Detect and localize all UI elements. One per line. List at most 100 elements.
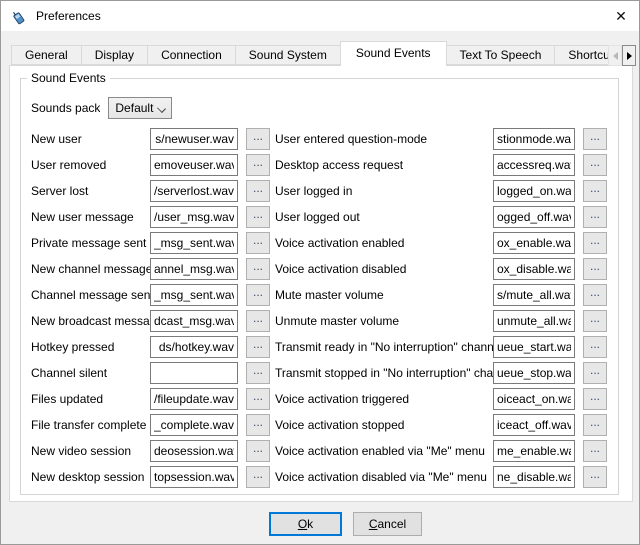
sound-file-input-new-broadcast-message[interactable] <box>150 310 238 332</box>
sound-file-input-new-user-message[interactable] <box>150 206 238 228</box>
cancel-button[interactable]: Cancel <box>353 512 422 536</box>
event-label-new-channel-message: New channel message <box>31 262 150 276</box>
browse-button[interactable]: ... <box>583 336 607 358</box>
browse-button[interactable]: ... <box>583 466 607 488</box>
browse-button[interactable]: ... <box>246 440 270 462</box>
browse-button[interactable]: ... <box>583 258 607 280</box>
sound-file-input-voice-activation-stopped[interactable] <box>493 414 575 436</box>
sound-file-input-user-logged-out[interactable] <box>493 206 575 228</box>
sound-file-input-voice-activation-enabled[interactable] <box>493 232 575 254</box>
browse-button[interactable]: ... <box>583 180 607 202</box>
sound-file-input-channel-silent[interactable] <box>150 362 238 384</box>
sounds-pack-row: Sounds pack Default <box>31 97 172 119</box>
sound-file-input-mute-master-volume[interactable] <box>493 284 575 306</box>
event-label-transmit-stopped: Transmit stopped in "No interruption" ch… <box>275 366 493 380</box>
sounds-pack-value: Default <box>115 101 153 115</box>
event-label-voice-activation-triggered: Voice activation triggered <box>275 392 493 406</box>
sound-file-input-voice-activation-enabled-me-menu[interactable] <box>493 440 575 462</box>
tab-scroll-right-button[interactable] <box>622 45 636 66</box>
ok-button[interactable]: Ok <box>269 512 342 536</box>
sound-file-input-files-updated[interactable] <box>150 388 238 410</box>
sound-file-input-voice-activation-disabled-me-menu[interactable] <box>493 466 575 488</box>
sound-file-input-file-transfer-complete[interactable] <box>150 414 238 436</box>
browse-button[interactable]: ... <box>583 206 607 228</box>
chevron-left-icon <box>613 52 618 60</box>
event-label-voice-activation-disabled: Voice activation disabled <box>275 262 493 276</box>
event-label-files-updated: Files updated <box>31 392 150 406</box>
browse-button[interactable]: ... <box>583 388 607 410</box>
tab-bar: General Display Connection Sound System … <box>11 41 608 66</box>
tab-display[interactable]: Display <box>81 45 148 65</box>
browse-button[interactable]: ... <box>246 180 270 202</box>
sound-file-input-voice-activation-disabled[interactable] <box>493 258 575 280</box>
browse-button[interactable]: ... <box>246 206 270 228</box>
sound-file-input-desktop-access-request[interactable] <box>493 154 575 176</box>
tab-shortcuts[interactable]: Shortcuts <box>554 45 608 65</box>
sound-file-input-new-channel-message[interactable] <box>150 258 238 280</box>
sound-events-groupbox: Sound Events Sounds pack Default New use… <box>20 78 619 495</box>
sound-file-input-user-logged-in[interactable] <box>493 180 575 202</box>
sound-file-input-voice-activation-triggered[interactable] <box>493 388 575 410</box>
browse-button[interactable]: ... <box>246 362 270 384</box>
event-label-channel-message-sent: Channel message sent <box>31 288 150 302</box>
browse-button[interactable]: ... <box>246 466 270 488</box>
sounds-pack-label: Sounds pack <box>31 101 100 115</box>
browse-button[interactable]: ... <box>246 128 270 150</box>
sound-file-input-hotkey-pressed[interactable] <box>150 336 238 358</box>
chevron-right-icon <box>627 52 632 60</box>
browse-button[interactable]: ... <box>246 258 270 280</box>
browse-button[interactable]: ... <box>246 388 270 410</box>
browse-button[interactable]: ... <box>583 154 607 176</box>
sound-file-input-channel-message-sent[interactable] <box>150 284 238 306</box>
close-button[interactable]: ✕ <box>603 1 639 31</box>
browse-button[interactable]: ... <box>583 414 607 436</box>
sound-file-input-new-desktop-session[interactable] <box>150 466 238 488</box>
browse-button[interactable]: ... <box>583 284 607 306</box>
browse-button[interactable]: ... <box>583 232 607 254</box>
groupbox-title: Sound Events <box>27 71 110 85</box>
sound-file-input-transmit-ready[interactable] <box>493 336 575 358</box>
event-label-new-broadcast-message: New broadcast message <box>31 314 150 328</box>
sound-file-input-question-mode[interactable] <box>493 128 575 150</box>
sound-file-input-server-lost[interactable] <box>150 180 238 202</box>
browse-button[interactable]: ... <box>246 310 270 332</box>
event-label-voice-activation-enabled-me-menu: Voice activation enabled via "Me" menu <box>275 444 493 458</box>
tab-scroll-left-button[interactable] <box>608 45 622 66</box>
event-label-private-message-sent: Private message sent <box>31 236 150 250</box>
sound-events-list: New user ... User entered question-mode … <box>31 126 607 490</box>
sounds-pack-select[interactable]: Default <box>108 97 172 119</box>
event-label-user-entered-question-mode: User entered question-mode <box>275 132 493 146</box>
event-label-voice-activation-disabled-me-menu: Voice activation disabled via "Me" menu <box>275 470 493 484</box>
sound-file-input-user-removed[interactable] <box>150 154 238 176</box>
browse-button[interactable]: ... <box>246 154 270 176</box>
sound-file-input-new-video-session[interactable] <box>150 440 238 462</box>
browse-button[interactable]: ... <box>583 440 607 462</box>
event-label-voice-activation-enabled: Voice activation enabled <box>275 236 493 250</box>
app-icon <box>10 8 27 25</box>
tab-sound-system[interactable]: Sound System <box>235 45 341 65</box>
event-label-hotkey-pressed: Hotkey pressed <box>31 340 150 354</box>
browse-button[interactable]: ... <box>583 310 607 332</box>
browse-button[interactable]: ... <box>246 414 270 436</box>
browse-button[interactable]: ... <box>246 336 270 358</box>
preferences-dialog: Preferences ✕ General Display Connection… <box>0 0 640 545</box>
tab-text-to-speech[interactable]: Text To Speech <box>446 45 556 65</box>
cancel-button-label: Cancel <box>369 517 406 531</box>
browse-button[interactable]: ... <box>583 128 607 150</box>
event-label-new-user-message: New user message <box>31 210 150 224</box>
browse-button[interactable]: ... <box>583 362 607 384</box>
browse-button[interactable]: ... <box>246 284 270 306</box>
sound-file-input-new-user[interactable] <box>150 128 238 150</box>
tab-general[interactable]: General <box>11 45 82 65</box>
sound-file-input-private-message-sent[interactable] <box>150 232 238 254</box>
event-label-new-video-session: New video session <box>31 444 150 458</box>
browse-button[interactable]: ... <box>246 232 270 254</box>
tab-connection[interactable]: Connection <box>147 45 236 65</box>
event-label-voice-activation-stopped: Voice activation stopped <box>275 418 493 432</box>
chevron-down-icon <box>157 104 166 113</box>
sound-events-pane: Sound Events Sounds pack Default New use… <box>9 65 633 502</box>
event-label-user-removed: User removed <box>31 158 150 172</box>
tab-sound-events[interactable]: Sound Events <box>340 41 447 66</box>
sound-file-input-transmit-stopped[interactable] <box>493 362 575 384</box>
sound-file-input-unmute-master-volume[interactable] <box>493 310 575 332</box>
